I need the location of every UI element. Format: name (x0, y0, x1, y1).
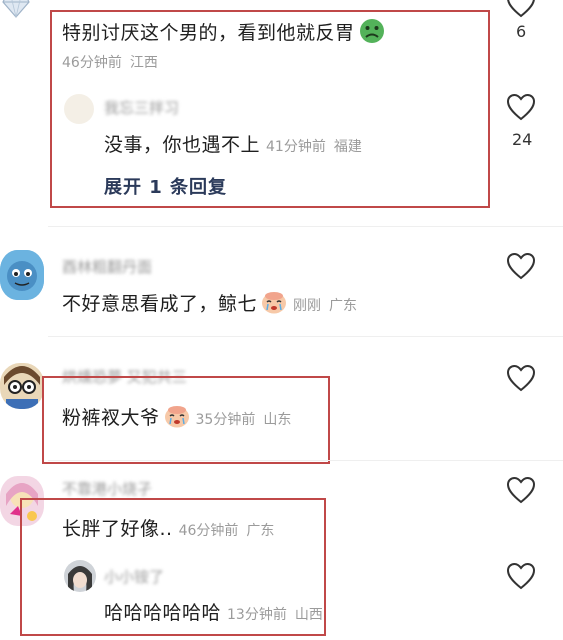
reply-text: 没事，你也遇不上 41分钟前 福建 (104, 134, 362, 156)
comment-location: 江西 (129, 55, 158, 71)
reply-location: 福建 (333, 139, 362, 155)
comment-location: 山东 (263, 412, 292, 428)
comment-time: 46分钟前 (62, 55, 122, 71)
avatar (0, 363, 44, 409)
divider (48, 336, 563, 337)
like-button[interactable] (506, 364, 540, 396)
comment-location: 广东 (329, 298, 358, 314)
heart-outline-icon (507, 0, 535, 18)
comment-text: 特别讨厌这个男的，看到他就反胃 (62, 18, 385, 49)
crying-face-emoji (164, 404, 190, 433)
comment-time: 35分钟前 (195, 412, 256, 428)
comment-time: 刚刚 (293, 298, 322, 314)
diamond-icon (2, 0, 30, 18)
comment-author: 不靠港小烧孑 (62, 480, 153, 498)
comment-text: 长胖了好像.. 46分钟前 广东 (62, 518, 275, 540)
reply-time: 41分钟前 (266, 139, 326, 155)
reply-text: 哈哈哈哈哈哈 13分钟前 山西 (104, 602, 323, 624)
like-button[interactable] (506, 562, 540, 594)
like-count: 24 (512, 130, 533, 149)
heart-outline-icon (506, 562, 536, 590)
like-button[interactable] (506, 476, 540, 508)
avatar (64, 560, 96, 592)
divider (48, 460, 563, 461)
avatar (0, 476, 44, 526)
avatar (0, 250, 44, 300)
reply-author: 我忘三拌习 (104, 99, 180, 117)
comment-location: 广东 (246, 523, 275, 539)
heart-outline-icon (506, 364, 536, 392)
expand-replies-link[interactable]: 展开 1 条回复 (104, 173, 227, 199)
comment-text: 不好意思看成了，鲸七 刚刚 广东 (62, 289, 357, 319)
like-count: 6 (516, 22, 527, 41)
heart-outline-icon (506, 93, 536, 121)
heart-outline-icon (506, 476, 536, 504)
reply-location: 山西 (294, 607, 323, 623)
comment-time: 46分钟前 (178, 523, 239, 539)
like-button[interactable] (506, 252, 540, 284)
avatar (64, 94, 94, 124)
like-button[interactable] (506, 0, 540, 22)
reply-time: 13分钟前 (227, 607, 287, 623)
divider (48, 226, 563, 227)
comment-author: 酉林粗翻丹面 (62, 258, 153, 276)
like-button[interactable] (506, 93, 540, 125)
nauseated-face-emoji (359, 18, 385, 49)
reply-author: 小小铵了 (104, 568, 165, 586)
heart-outline-icon (506, 252, 536, 280)
crying-face-emoji (261, 290, 287, 319)
comment-author: 烘燻恐夢 又犯共三 (62, 368, 187, 386)
comment-text: 粉裤衩大爷 35分钟前 山东 (62, 403, 291, 433)
comment-meta: 46分钟前 江西 (62, 52, 158, 72)
